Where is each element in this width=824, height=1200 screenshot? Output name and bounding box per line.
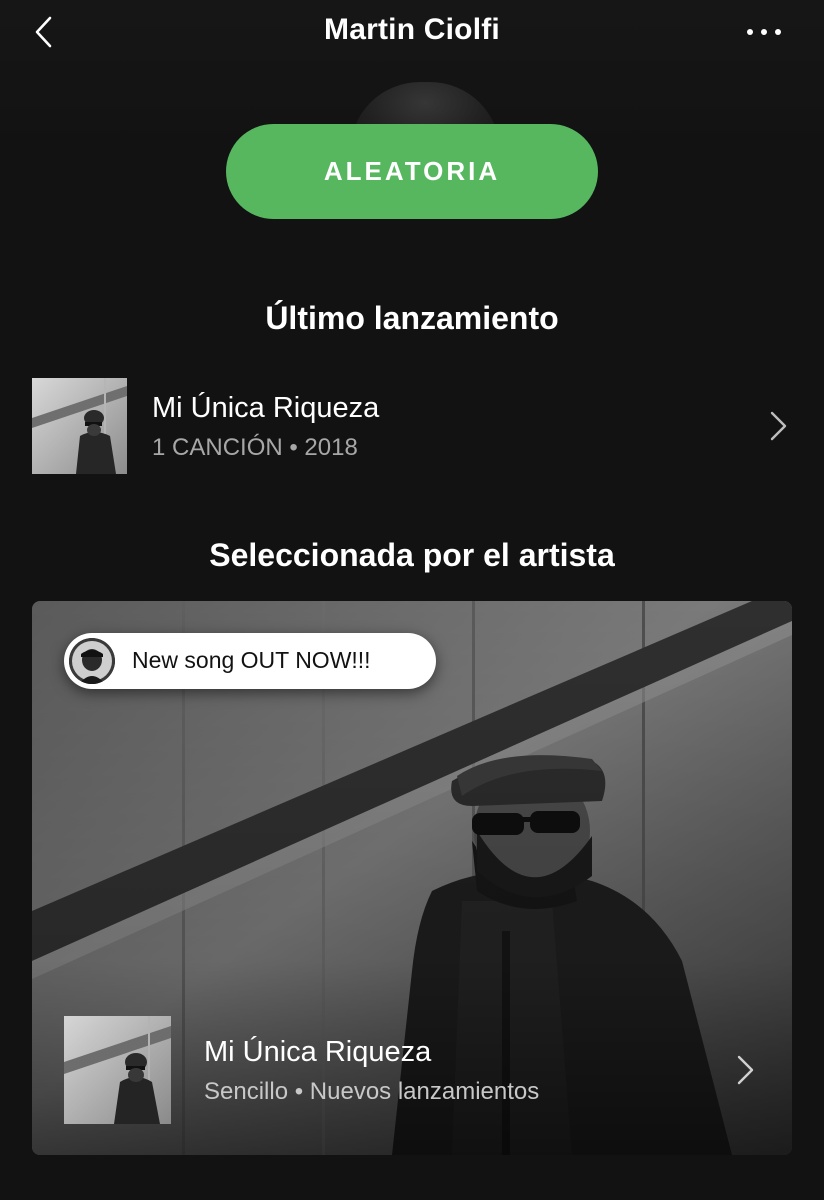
- chevron-right-icon: [763, 406, 793, 446]
- artist-comment-text: New song OUT NOW!!!: [132, 647, 371, 673]
- release-title: Mi Única Riqueza: [152, 392, 380, 424]
- latest-release-heading: Último lanzamiento: [265, 300, 559, 336]
- latest-release-item[interactable]: Mi Única Riqueza 1 CANCIÓN • 2018: [0, 372, 824, 482]
- artist-comment-bubble: New song OUT NOW!!!: [64, 633, 436, 689]
- release-cover-image: [32, 378, 127, 474]
- top-bar: Martin Ciolfi: [0, 0, 824, 64]
- pick-cover-image: [64, 1016, 171, 1124]
- more-options-button[interactable]: [738, 18, 790, 46]
- artist-page: Martin Ciolfi ALEATORIA Último lanzamien…: [0, 0, 824, 1200]
- release-meta: 1 CANCIÓN • 2018: [152, 434, 358, 461]
- artist-pick-card[interactable]: New song OUT NOW!!! Mi Única Riqueza Sen…: [32, 601, 792, 1155]
- chevron-right-icon: [730, 1050, 760, 1090]
- artist-pick-item[interactable]: Mi Única Riqueza Sencillo • Nuevos lanza…: [32, 1016, 792, 1126]
- pick-meta: Sencillo • Nuevos lanzamientos: [204, 1078, 540, 1105]
- shuffle-play-button[interactable]: ALEATORIA: [226, 124, 598, 219]
- artist-avatar: [69, 638, 115, 684]
- pick-title: Mi Única Riqueza: [204, 1036, 432, 1068]
- artist-pick-heading: Seleccionada por el artista: [209, 537, 615, 573]
- page-title: Martin Ciolfi: [324, 13, 500, 46]
- more-horizontal-icon: [747, 29, 781, 35]
